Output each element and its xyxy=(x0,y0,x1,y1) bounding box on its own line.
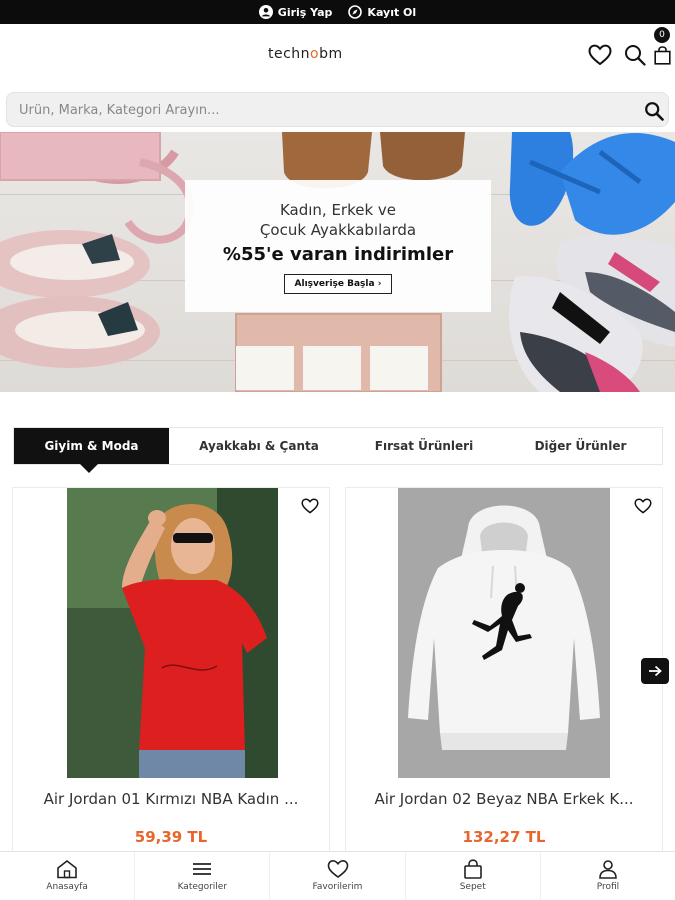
heart-icon[interactable] xyxy=(588,44,612,66)
promo-banner[interactable]: Kadın, Erkek ve Çocuk Ayakkabılarda %55'… xyxy=(0,132,675,392)
logo-text-post: bm xyxy=(319,46,343,62)
header: technobm 0 xyxy=(0,24,675,88)
blue-flipflops-image xyxy=(509,132,675,235)
logo-text-mid: o xyxy=(310,46,320,62)
search-icon[interactable] xyxy=(624,44,646,66)
banner-thumbnail xyxy=(236,346,294,390)
product-image xyxy=(398,488,610,778)
bag-icon[interactable] xyxy=(654,46,671,65)
nav-cart[interactable]: Sepet xyxy=(406,852,541,900)
tab-label: Fırsat Ürünleri xyxy=(374,439,474,453)
compass-icon xyxy=(348,5,363,19)
promo-line-2: Çocuk Ayakkabılarda xyxy=(259,221,417,239)
logo-text-pre: techn xyxy=(268,46,311,62)
heart-icon xyxy=(327,859,348,878)
user-icon xyxy=(599,860,617,879)
glitter-flats-image xyxy=(0,230,160,368)
white-hoodie-photo xyxy=(398,488,610,778)
nav-profile[interactable]: Profil xyxy=(541,852,675,900)
banner-thumbnail xyxy=(370,346,428,390)
bottom-navigation: Anasayfa Kategoriler Favorilerim Sepet P… xyxy=(0,851,675,900)
tab-firsat-urunleri[interactable]: Fırsat Ürünleri xyxy=(349,428,499,464)
cart-count-badge: 0 xyxy=(654,27,670,43)
product-card[interactable]: Air Jordan 02 Beyaz NBA Erkek K... 132,2… xyxy=(345,487,663,867)
arrow-right-icon xyxy=(649,665,662,677)
chevron-right-icon: › xyxy=(377,279,382,289)
carousel-next-button[interactable] xyxy=(641,658,669,684)
promo-box: Kadın, Erkek ve Çocuk Ayakkabılarda %55'… xyxy=(185,180,491,312)
nav-label: Favorilerim xyxy=(312,882,363,892)
shop-now-button[interactable]: Alışverişe Başla › xyxy=(283,274,393,294)
nav-label: Anasayfa xyxy=(46,882,88,892)
nav-favorites[interactable]: Favorilerim xyxy=(270,852,406,900)
shop-now-label: Alışverişe Başla xyxy=(294,279,375,289)
product-card[interactable]: Air Jordan 01 Kırmızı NBA Kadın ... 59,3… xyxy=(12,487,330,867)
register-link[interactable]: Kayıt Ol xyxy=(348,5,416,19)
search-button-icon[interactable] xyxy=(644,101,664,121)
register-label: Kayıt Ol xyxy=(367,5,417,19)
logo[interactable]: technobm xyxy=(268,46,343,62)
tab-label: Giyim & Moda xyxy=(44,439,139,453)
sneakers-image xyxy=(509,235,675,392)
product-price: 132,27 TL xyxy=(462,828,546,846)
nav-label: Sepet xyxy=(459,882,486,892)
login-label: Giriş Yap xyxy=(277,5,333,19)
search-bar xyxy=(6,92,669,127)
top-bar: Giriş Yap Kayıt Ol xyxy=(0,0,675,24)
menu-icon xyxy=(193,863,212,875)
product-image xyxy=(67,488,278,778)
tab-giyim-moda[interactable]: Giyim & Moda xyxy=(14,428,169,473)
favorite-heart-icon[interactable] xyxy=(634,498,652,514)
promo-line-1: Kadın, Erkek ve xyxy=(279,201,397,219)
product-price: 59,39 TL xyxy=(134,828,208,846)
tab-ayakkabi-canta[interactable]: Ayakkabı & Çanta xyxy=(169,428,349,464)
product-name[interactable]: Air Jordan 01 Kırmızı NBA Kadın ... xyxy=(13,790,329,808)
pink-handbag-image xyxy=(0,132,195,244)
nav-categories[interactable]: Kategoriler xyxy=(135,852,271,900)
tab-label: Ayakkabı & Çanta xyxy=(199,439,319,453)
banner-thumbnail xyxy=(303,346,361,390)
category-tabs: Giyim & Moda Ayakkabı & Çanta Fırsat Ürü… xyxy=(13,427,663,473)
tab-label: Diğer Ürünler xyxy=(534,439,627,453)
red-tshirt-photo xyxy=(67,488,278,778)
nav-label: Kategoriler xyxy=(177,882,228,892)
product-name[interactable]: Air Jordan 02 Beyaz NBA Erkek K... xyxy=(346,790,662,808)
home-icon xyxy=(57,859,77,879)
tab-diger-urunler[interactable]: Diğer Ürünler xyxy=(499,428,662,464)
favorite-heart-icon[interactable] xyxy=(301,498,319,514)
nav-home[interactable]: Anasayfa xyxy=(0,852,136,900)
bag-icon xyxy=(463,859,482,879)
login-link[interactable]: Giriş Yap xyxy=(258,5,333,19)
promo-headline: %55'e varan indirimler xyxy=(222,244,454,265)
search-input[interactable] xyxy=(19,100,619,120)
nav-label: Profil xyxy=(596,882,620,892)
user-circle-icon xyxy=(258,5,273,19)
